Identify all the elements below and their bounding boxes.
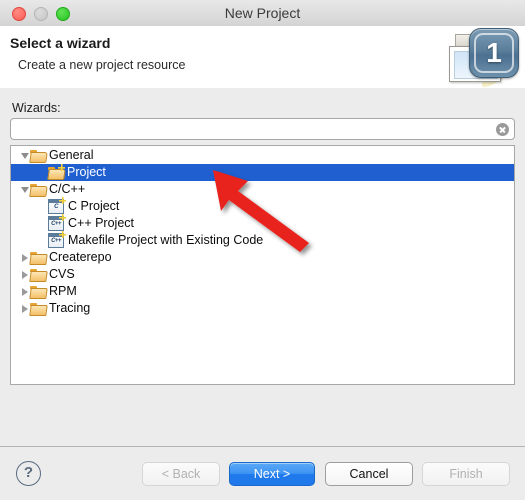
tree-item-label: Makefile Project with Existing Code (68, 233, 264, 247)
tree-item-label: C++ Project (68, 216, 135, 230)
tree-item[interactable]: Project (11, 163, 514, 181)
tree-item[interactable]: C++ C++ Project (11, 214, 514, 232)
cpp-project-icon: C++ (48, 231, 66, 248)
tree-item-label: Project (67, 165, 106, 179)
cpp-project-icon: C++ (48, 214, 66, 231)
step-number-badge: 1 (469, 28, 519, 78)
project-folder-icon (47, 163, 66, 180)
tree-item-label: C Project (68, 199, 120, 213)
tree-item-label: Tracing (49, 301, 91, 315)
help-button[interactable]: ? (16, 461, 41, 486)
tree-item-label: CVS (49, 267, 75, 281)
title-bar: New Project (0, 0, 525, 27)
folder-closed-icon (29, 285, 48, 299)
clear-filter-icon[interactable] (496, 123, 509, 136)
finish-button[interactable]: Finish (422, 462, 510, 486)
tree-item[interactable]: C++ Makefile Project with Existing Code (11, 231, 514, 249)
next-button[interactable]: Next > (229, 462, 315, 486)
tree-item-label: General (49, 148, 94, 162)
new-project-wizard-window: New Project Select a wizard Create a new… (0, 0, 525, 500)
tree-item[interactable]: CC Project (11, 197, 514, 215)
tree-item-label: C/C++ (49, 182, 86, 196)
folder-open-icon (29, 183, 48, 197)
tree-item[interactable]: Createrepo (11, 249, 514, 266)
c-project-icon: C (48, 197, 66, 214)
page-subtitle: Create a new project resource (18, 58, 186, 72)
window-title: New Project (224, 5, 301, 21)
wizard-body: Wizards: General Project C/C++ C C Project C+… (0, 88, 525, 446)
tree-item[interactable]: Tracing (11, 300, 514, 317)
folder-closed-icon (29, 302, 48, 316)
cancel-button[interactable]: Cancel (325, 462, 413, 486)
wizard-filter-input[interactable] (17, 121, 491, 141)
tree-item[interactable]: General (11, 147, 514, 164)
badge-number: 1 (486, 37, 502, 68)
wizard-tree: General Project C/C++ C C Project C++ C++ Proj… (11, 147, 514, 317)
help-icon: ? (23, 464, 34, 481)
tree-item-label: RPM (49, 284, 77, 298)
wizard-footer: ? < Back Next > Cancel Finish (0, 446, 525, 500)
wizard-filter-box[interactable] (10, 118, 515, 141)
wizards-label: Wizards: (12, 101, 61, 115)
tree-item-label: Createrepo (49, 250, 112, 264)
tree-item[interactable]: CVS (11, 266, 514, 283)
folder-closed-icon (29, 251, 48, 265)
wizard-header: Select a wizard Create a new project res… (0, 26, 525, 89)
tree-item[interactable]: C/C++ (11, 181, 514, 198)
back-button[interactable]: < Back (142, 462, 220, 486)
folder-closed-icon (29, 268, 48, 282)
page-title: Select a wizard (10, 35, 111, 51)
wizard-tree-panel[interactable]: General Project C/C++ C C Project C++ C++ Proj… (10, 145, 515, 385)
folder-open-icon (29, 149, 48, 163)
tree-item[interactable]: RPM (11, 283, 514, 300)
